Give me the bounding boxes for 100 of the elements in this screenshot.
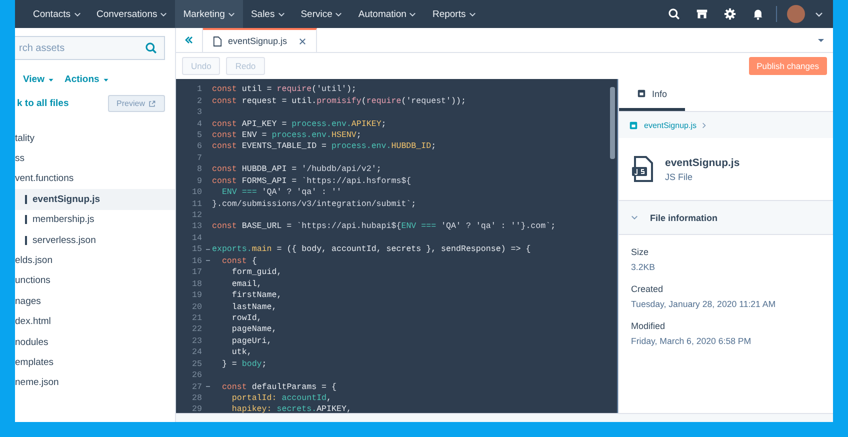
file-icon [629,120,638,130]
field-value: 3.2KB [631,262,656,272]
line-number: 9 [196,176,202,186]
line-number: 23 [191,336,202,346]
line-number: 22 [191,325,202,334]
code-line: const API_KEY = process.env.APIKEY; [212,120,386,129]
line-number: 25 [191,360,202,369]
file-tree-item[interactable]: elds.json [15,250,175,271]
nav-menu-item[interactable]: Marketing [175,0,243,28]
nav-menu-item[interactable]: Contacts [25,0,88,28]
caret-icon [278,12,285,16]
code-editor[interactable] [176,79,618,413]
code-line: lastName, [230,302,277,312]
code-line: form_guid, [230,268,282,278]
line-number: 21 [191,314,202,323]
dropdown-menu[interactable]: View [23,74,54,85]
line-number: 17 [191,268,202,278]
line-number: 4 [196,120,202,129]
code-line: portalId: accountId, [230,394,332,404]
code-line: const defaultParams = { [220,382,336,392]
nav-menu-item[interactable]: Reports [424,0,484,28]
store-icon[interactable] [696,8,708,20]
field-value: Tuesday, January 28, 2020 11:21 AM [631,299,777,309]
file-tab[interactable]: eventSignup.js [203,28,318,52]
dropdown-menu[interactable]: Actions [64,74,110,85]
line-number: 7 [196,154,202,163]
code-line: const HUBDB_API = '/hubdb/api/v2'; [212,165,382,174]
file-tree-item[interactable]: tality [15,128,175,148]
code-line: } = body; [220,360,267,369]
line-number: 19 [191,291,202,300]
caret-icon [409,12,416,16]
line-number: 14 [191,234,202,243]
file-tree-item[interactable]: membership.js [15,210,175,230]
line-number: 24 [191,348,202,358]
close-icon[interactable] [299,38,306,44]
code-line: const util = require('util'); [212,85,356,94]
line-number: 20 [191,302,202,312]
file-tree-item[interactable]: unctions [15,270,175,292]
file-lock-icon [636,89,646,98]
file-icon [213,36,222,46]
fold-icon[interactable] [206,386,210,388]
code-line: const EVENTS_TABLE_ID = process.env.HUBDB_ID; [212,142,436,152]
chevron-icon [702,122,706,128]
caret-icon [48,78,54,82]
chevron-icon [631,215,638,220]
line-number: 26 [191,371,202,380]
fold-icon[interactable] [206,260,210,262]
notifications-icon[interactable] [752,8,764,20]
line-number: 6 [196,142,202,152]
code-line: hapikey: secrets.APIKEY, [230,405,352,413]
back-link[interactable]: k to all files [15,98,69,109]
caret-icon [335,12,342,16]
file-name: eventSignup.js [665,156,740,168]
file-tree-item[interactable]: vent.functions [15,168,175,190]
caret-icon[interactable] [817,38,825,42]
line-number: 1 [196,85,202,94]
tab-label: eventSignup.js [228,36,288,46]
js-file-icon [631,156,653,182]
file-tree-item[interactable]: serverless.json [15,230,175,250]
line-number: 11 [191,200,202,209]
nav-menu-item[interactable]: Service [292,0,350,28]
avatar[interactable] [787,5,805,23]
code-line: pageName, [230,325,277,334]
search-icon[interactable] [668,8,680,20]
fold-icon[interactable] [206,248,210,251]
line-number: 12 [191,211,202,220]
field-label: Created [631,284,664,294]
file-tree-item[interactable]: eventSignup.js [15,189,175,210]
scrollbar[interactable] [610,87,615,159]
file-tree-item[interactable]: neme.json [15,372,175,394]
caret-icon[interactable] [815,12,823,16]
code-line: firstName, [230,291,282,300]
file-tree-item[interactable]: dex.html [15,312,175,332]
code-line: const FORMS_API = `https://api.hsforms${ [212,176,412,186]
code-line: utk, [230,348,252,358]
nav-menu-item[interactable]: Sales [242,0,293,28]
caret-icon [103,78,110,82]
line-number: 18 [191,280,202,289]
file-tree-item[interactable]: emplates [15,352,175,373]
line-number: 10 [191,188,202,198]
file-tree-item[interactable]: nages [15,291,175,312]
line-number: 28 [191,394,202,404]
nav-menu-item[interactable]: Automation [350,0,424,28]
nav-menu-item[interactable]: Conversations [88,0,176,28]
code-line: const { [220,256,257,266]
line-number: 29 [191,405,202,413]
file-tree-item[interactable]: nodules [15,332,175,352]
caret-icon [228,12,235,16]
file-tree-item[interactable]: ss [15,148,175,169]
search-field[interactable]: rch assets [15,36,165,60]
collapse-icon[interactable] [184,35,194,45]
caret-icon [160,12,168,16]
line-number: 27 [191,382,202,392]
field-label: Modified [631,321,666,331]
section-header[interactable]: File information [619,201,833,235]
caret-icon [468,12,476,16]
code-line: exports.main = ({ body, accountId, secrets }, sendResponse) => { [212,245,531,254]
line-number: 15 [191,245,202,254]
code-line: rowId, [230,314,262,323]
settings-icon[interactable] [724,8,736,20]
